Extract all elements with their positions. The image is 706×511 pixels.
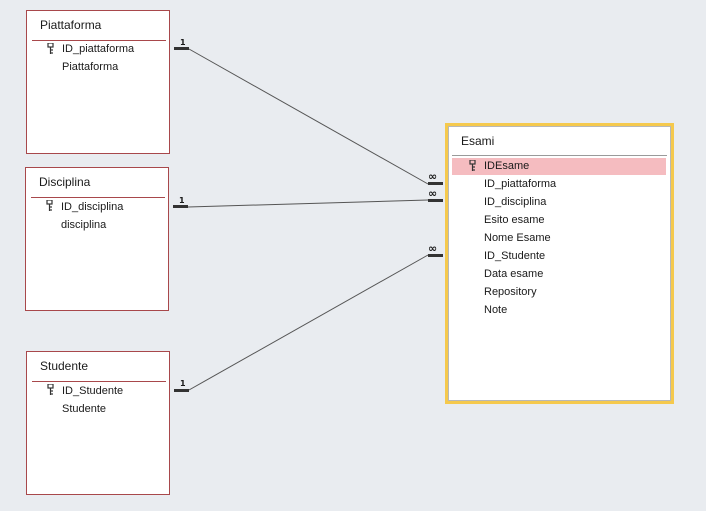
primary-key-icon [469, 160, 476, 171]
title-divider [31, 197, 165, 198]
one-end-piattaforma [174, 47, 189, 50]
field-repository[interactable]: Repository [484, 284, 537, 301]
field-id-disciplina[interactable]: ID_disciplina [61, 199, 123, 216]
primary-key-icon [46, 200, 53, 211]
field-id-piattaforma-fk[interactable]: ID_piattaforma [484, 176, 556, 193]
table-title: Studente [40, 359, 89, 373]
one-label-piattaforma: 1 [180, 38, 186, 47]
table-esami[interactable]: Esami IDEsame ID_piattaforma ID_discipli… [445, 123, 674, 404]
field-nome-esame[interactable]: Nome Esame [484, 230, 551, 247]
field-data-esame[interactable]: Data esame [484, 266, 543, 283]
field-esito-esame[interactable]: Esito esame [484, 212, 545, 229]
table-disciplina[interactable]: Disciplina ID_disciplina disciplina [25, 167, 169, 311]
field-id-piattaforma[interactable]: ID_piattaforma [62, 41, 134, 58]
table-piattaforma[interactable]: Piattaforma ID_piattaforma Piattaforma [26, 10, 170, 154]
field-piattaforma[interactable]: Piattaforma [62, 59, 118, 76]
field-note[interactable]: Note [484, 302, 507, 319]
field-id-studente-fk[interactable]: ID_Studente [484, 248, 545, 265]
relationship-line-studente[interactable] [188, 254, 429, 391]
primary-key-icon [47, 43, 54, 54]
field-disciplina[interactable]: disciplina [61, 217, 106, 234]
relationship-canvas: 1 1 1 ∞ ∞ ∞ Piattaforma ID_piattaforma P… [0, 0, 706, 511]
one-label-disciplina: 1 [179, 196, 185, 205]
relationship-line-piattaforma[interactable] [188, 48, 429, 185]
table-title: Esami [461, 134, 495, 148]
one-end-studente [174, 389, 189, 392]
title-divider [452, 155, 667, 156]
table-title: Disciplina [39, 175, 91, 189]
many-label-disciplina: ∞ [428, 187, 437, 200]
field-studente[interactable]: Studente [62, 401, 106, 418]
table-studente[interactable]: Studente ID_Studente Studente [26, 351, 170, 495]
field-idesame: IDEsame [484, 160, 530, 172]
primary-key-icon [47, 384, 54, 395]
field-id-disciplina-fk[interactable]: ID_disciplina [484, 194, 546, 211]
many-label-piattaforma: ∞ [428, 170, 437, 183]
one-end-disciplina [173, 205, 188, 208]
title-divider [32, 381, 166, 382]
field-idesame-selected[interactable]: IDEsame [452, 158, 666, 175]
one-label-studente: 1 [180, 379, 186, 388]
relationship-line-disciplina[interactable] [187, 199, 429, 208]
many-label-studente: ∞ [428, 242, 437, 255]
field-id-studente[interactable]: ID_Studente [62, 383, 123, 400]
table-title: Piattaforma [40, 18, 102, 32]
